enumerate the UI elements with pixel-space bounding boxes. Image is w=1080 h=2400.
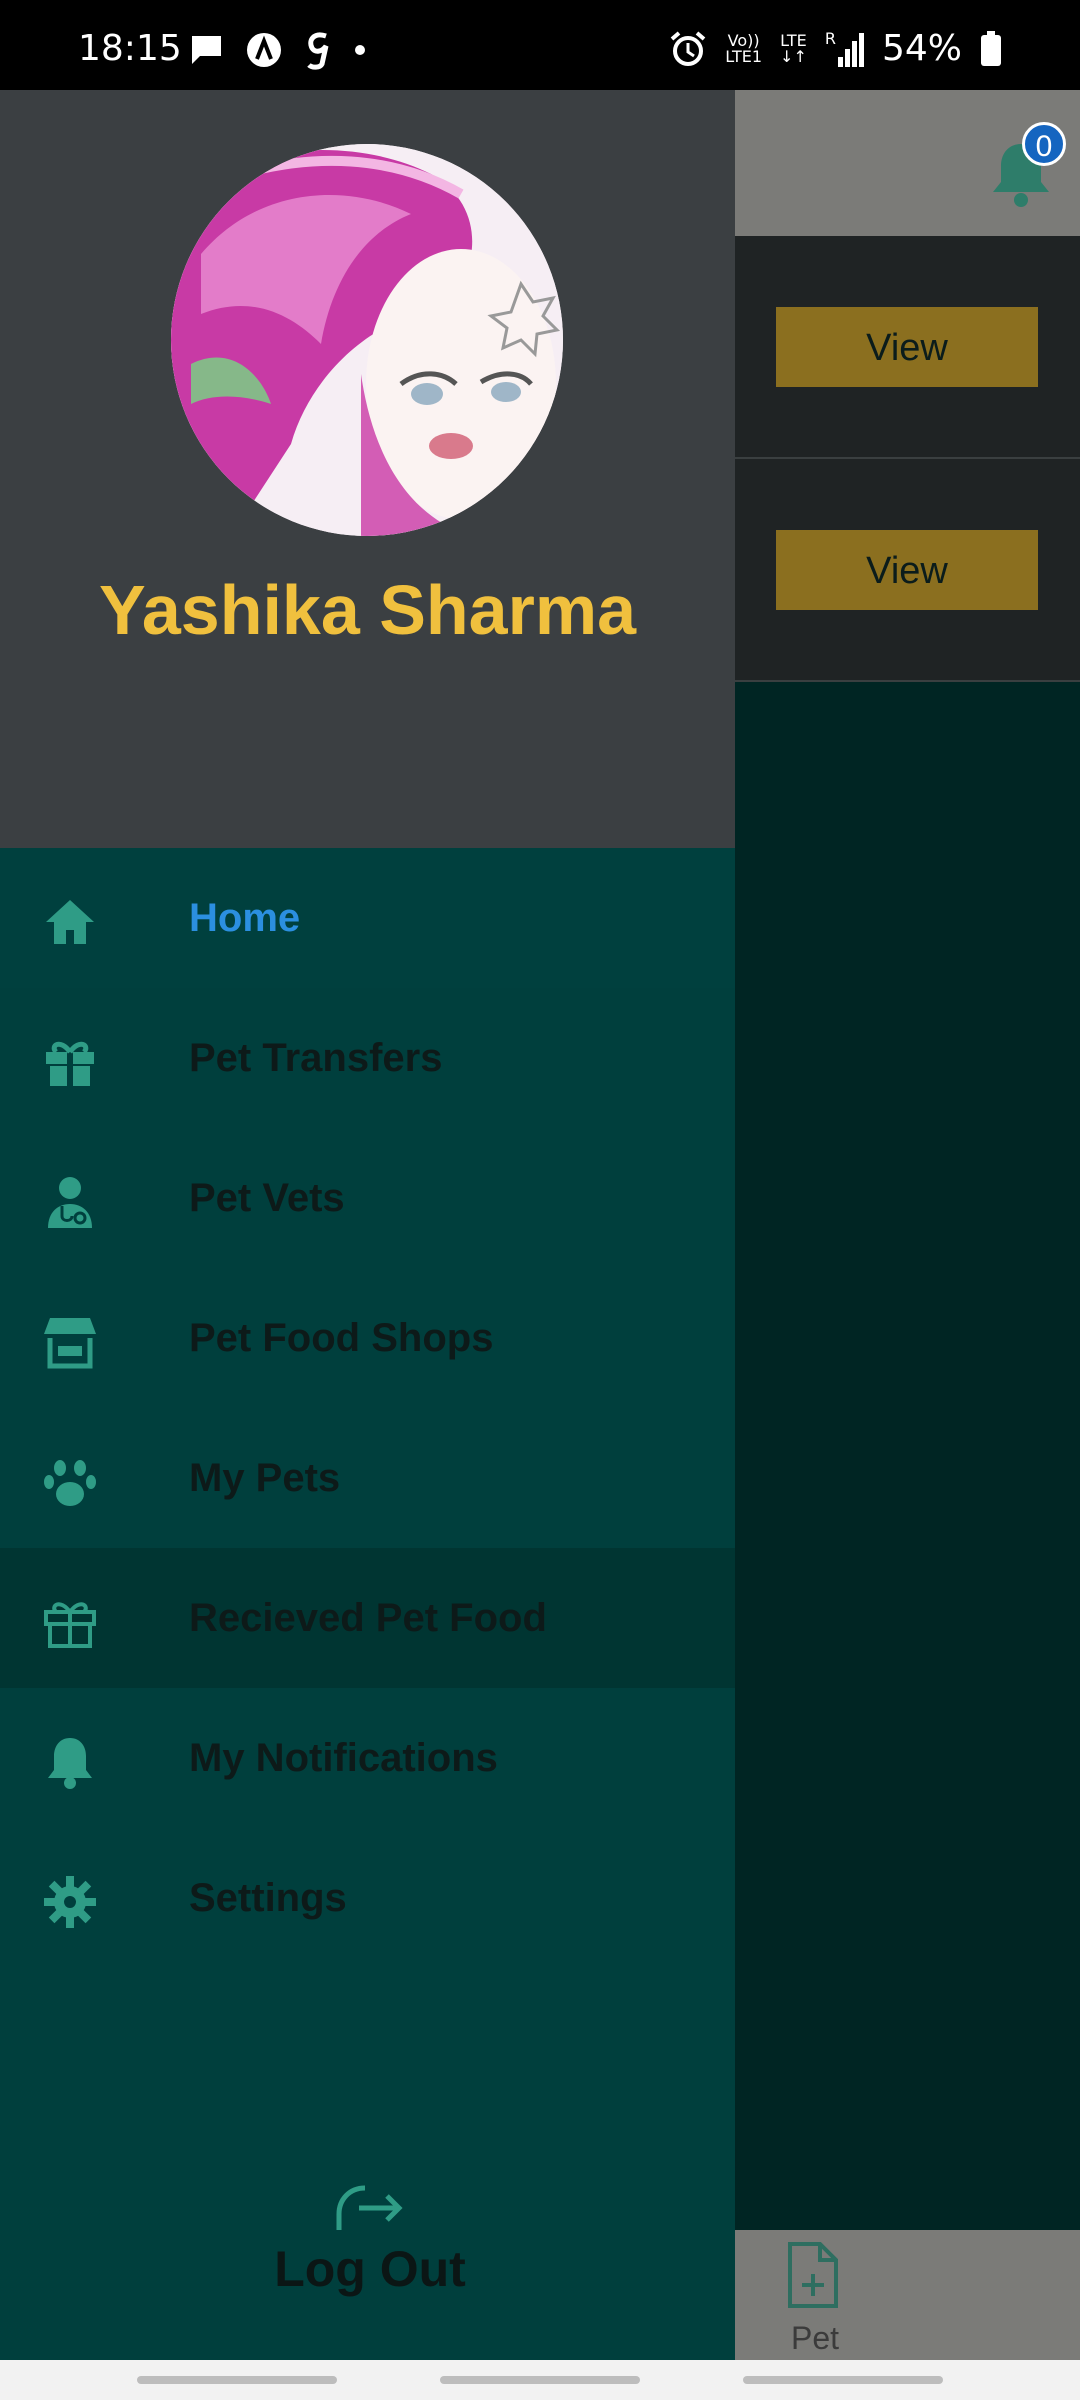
logout-label: Log Out [274, 2241, 466, 2297]
menu-item-settings[interactable]: Settings [0, 1828, 735, 1968]
status-right-icons: Vo)) LTE1 LTE ↓↑ R 54% [669, 28, 1002, 69]
logout-button[interactable]: Log Out [240, 2180, 500, 2300]
menu-item-recieved-pet-food[interactable]: Recieved Pet Food [0, 1548, 735, 1688]
menu-item-label: Home [189, 896, 301, 940]
gift-outline-icon [44, 1602, 96, 1648]
menu-item-label: My Pets [189, 1456, 341, 1500]
menu-item-home[interactable]: Home [0, 848, 735, 988]
battery-icon [981, 30, 1001, 66]
gesture-pill[interactable] [440, 2376, 640, 2384]
battery-percent: 54% [881, 28, 962, 69]
status-time: 18:15 [78, 28, 182, 69]
add-file-icon [788, 2242, 838, 2308]
gesture-pill[interactable] [743, 2376, 943, 2384]
paw-icon [44, 1460, 96, 1506]
menu-item-my-notifications[interactable]: My Notifications [0, 1688, 735, 1828]
navigation-drawer: Yashika Sharma Home Pet Transfers Pet Ve… [0, 90, 735, 2360]
status-left-icons [188, 30, 366, 70]
gear-icon [44, 1876, 96, 1928]
menu-item-label: Pet Transfers [189, 1036, 443, 1080]
user-name: Yashika Sharma [99, 571, 636, 649]
menu-item-label: Recieved Pet Food [189, 1596, 547, 1640]
nav-pet-request[interactable]: Pet Request [730, 2230, 900, 2393]
profile-illustration [171, 144, 563, 536]
gesture-pill[interactable] [137, 2376, 337, 2384]
alarm-icon [670, 30, 706, 66]
menu-item-pet-vets[interactable]: Pet Vets [0, 1128, 735, 1268]
g-icon [307, 32, 329, 70]
notification-bell-button[interactable]: 0 [988, 122, 1066, 210]
logout-icon [336, 2185, 403, 2230]
gift-icon [46, 1041, 94, 1086]
lte-indicator: LTE ↓↑ [780, 32, 807, 66]
message-icon [191, 36, 221, 64]
menu-item-label: Pet Vets [189, 1176, 345, 1220]
view-button[interactable]: View [776, 530, 1038, 610]
drawer-header: Yashika Sharma [0, 90, 735, 848]
volte-indicator: Vo)) LTE1 [725, 32, 763, 66]
home-icon [46, 900, 94, 944]
status-bar: 18:15 Vo)) LTE1 LTE ↓↑ R 54% [0, 0, 1080, 90]
store-icon [44, 1318, 96, 1369]
notification-count-badge: 0 [1022, 122, 1066, 166]
drawer-menu: Home Pet Transfers Pet Vets Pet Food Sho… [0, 848, 735, 1968]
a-circle-icon [247, 33, 281, 67]
system-gesture-bar [0, 2360, 1080, 2400]
data-arrows-icon: ↓↑ [780, 46, 807, 66]
vet-icon [48, 1177, 92, 1228]
menu-item-pet-transfers[interactable]: Pet Transfers [0, 988, 735, 1128]
lte1-label: LTE1 [725, 46, 763, 66]
signal-icon: R [824, 28, 864, 67]
menu-item-my-pets[interactable]: My Pets [0, 1408, 735, 1548]
dot-icon [355, 45, 365, 55]
menu-item-label: My Notifications [189, 1736, 498, 1780]
view-button[interactable]: View [776, 307, 1038, 387]
menu-item-label: Settings [189, 1876, 347, 1920]
menu-item-pet-food-shops[interactable]: Pet Food Shops [0, 1268, 735, 1408]
menu-item-label: Pet Food Shops [189, 1316, 494, 1360]
roaming-label: R [824, 28, 836, 48]
bell-icon [48, 1738, 92, 1789]
avatar[interactable] [171, 144, 563, 536]
